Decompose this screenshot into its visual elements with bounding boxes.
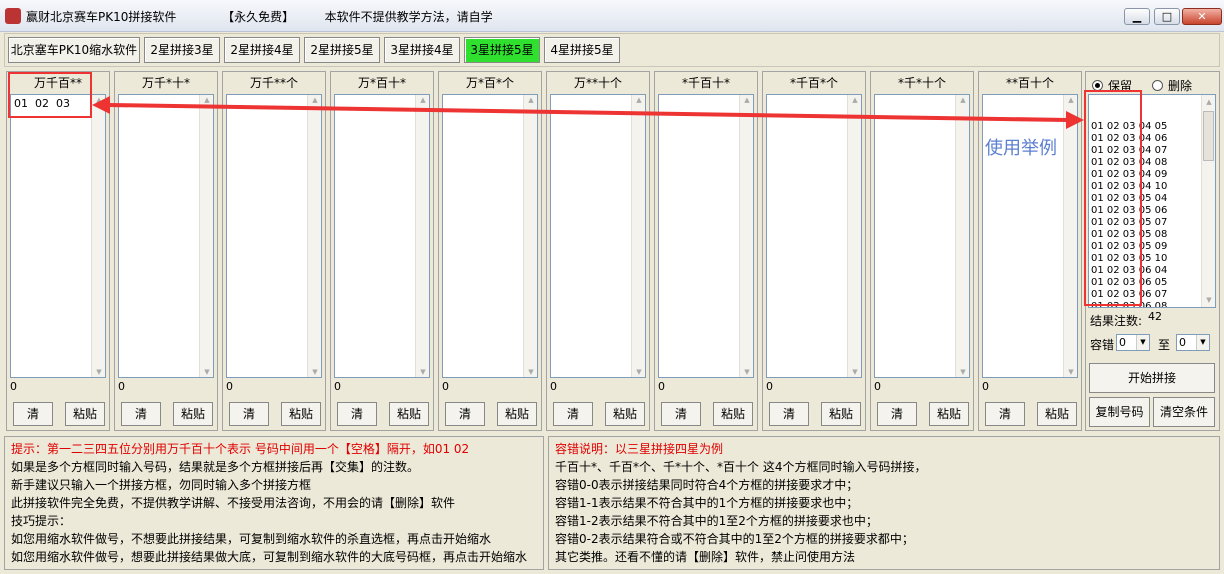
arrow-line [107, 103, 1069, 122]
annotation-arrow [92, 96, 1084, 129]
arrow-head-left [92, 96, 110, 114]
arrow-head-right [1066, 111, 1084, 129]
usage-example-label: 使用举例 [985, 138, 1057, 159]
